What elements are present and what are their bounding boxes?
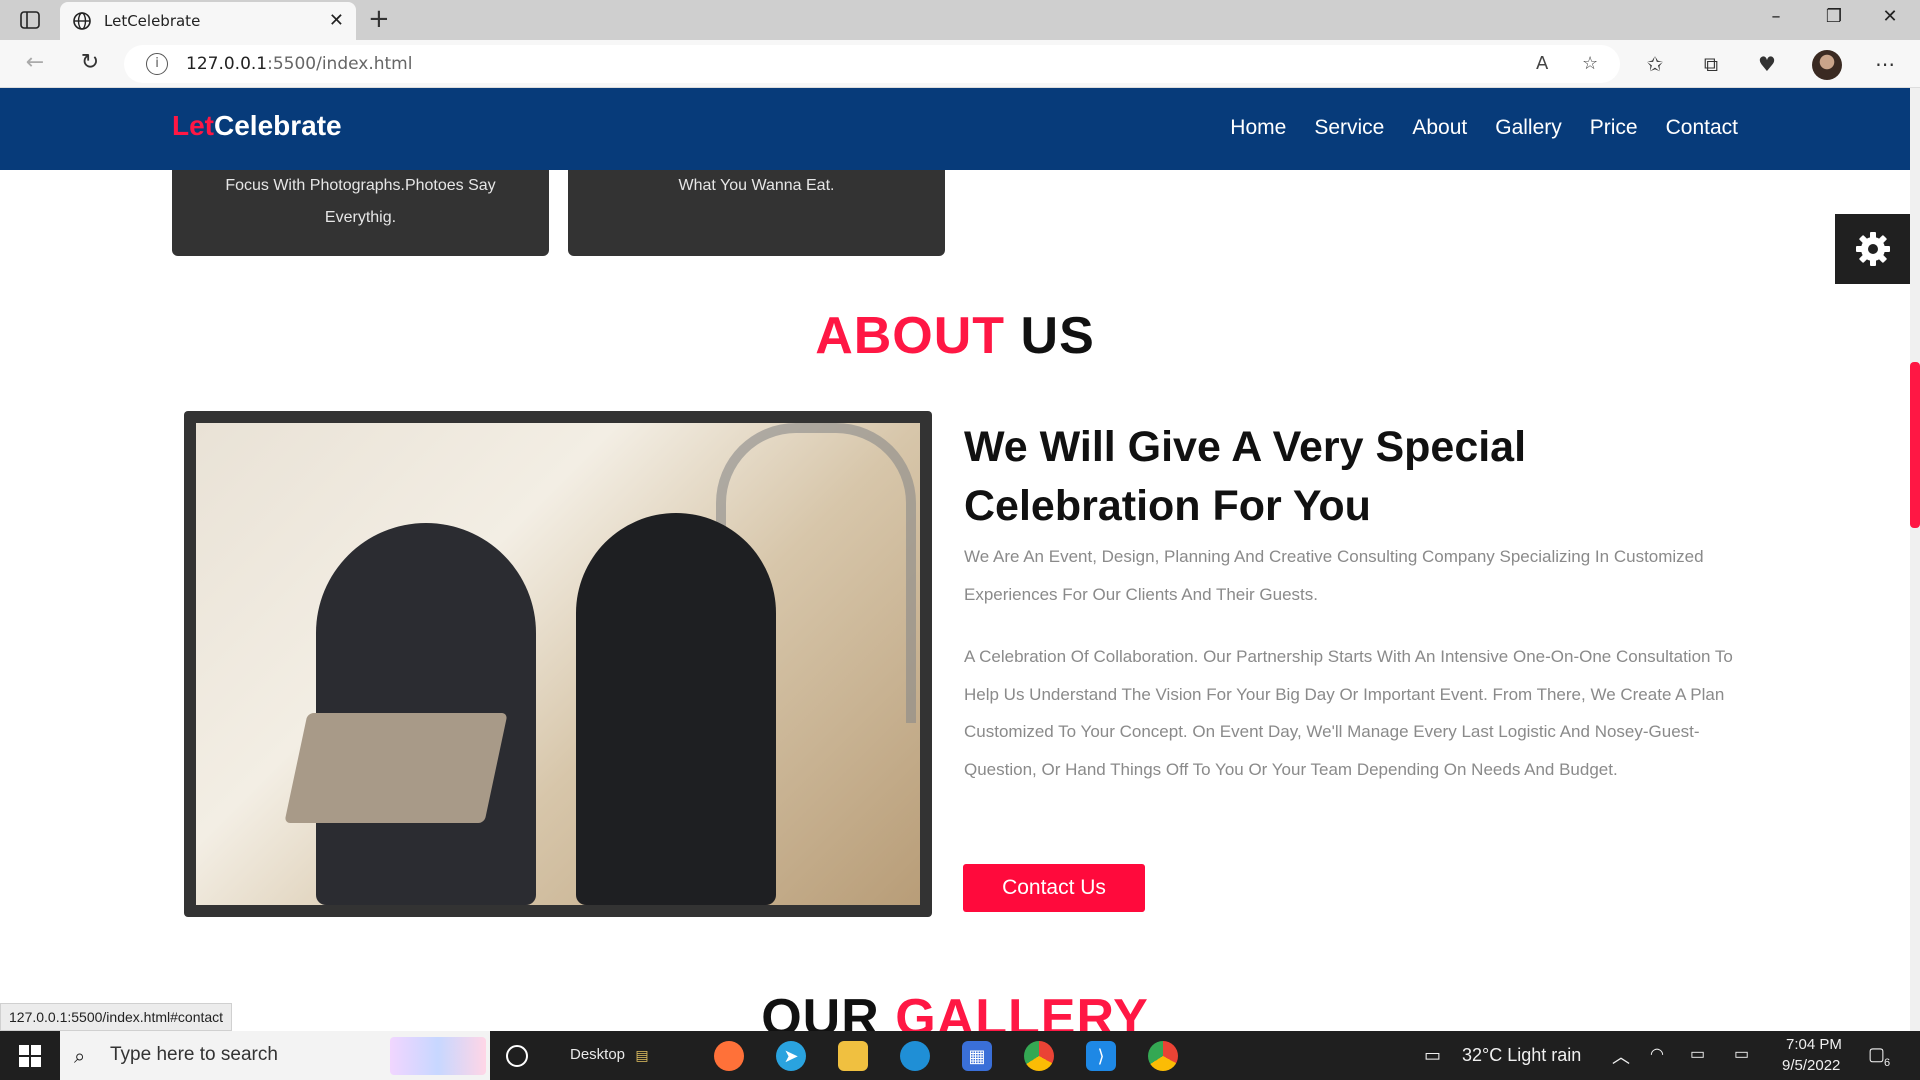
clock-time[interactable]: 7:04 PM (1786, 1036, 1842, 1053)
link-status-bar: 127.0.0.1:5500/index.html#contact (0, 1003, 233, 1031)
refresh-icon[interactable]: ↻ (75, 50, 105, 75)
site-navbar: LetCelebrate Home Service About Gallery … (0, 88, 1910, 170)
nav-service[interactable]: Service (1314, 116, 1384, 140)
settings-gear-button[interactable] (1835, 214, 1910, 284)
vscode-icon[interactable]: ⟩ (1086, 1041, 1116, 1071)
about-headline: We Will Give A Very Special Celebration … (964, 423, 1527, 530)
url-text[interactable]: 127.0.0.1:5500/index.html (186, 54, 412, 74)
windows-icon (19, 1044, 41, 1067)
nav-price[interactable]: Price (1590, 116, 1638, 140)
web-page: LetCelebrate Home Service About Gallery … (0, 88, 1920, 1031)
edge-icon[interactable] (900, 1041, 930, 1071)
battery-icon[interactable]: ▭ (1690, 1044, 1705, 1064)
site-logo[interactable]: LetCelebrate (172, 110, 342, 142)
gallery-section-title: OUR GALLERY (761, 989, 1149, 1031)
search-icon: ⌕ (74, 1044, 86, 1068)
windows-taskbar: ⌕ Type here to search Desktop ▤ ➤ ▦ ⟩ ▭ … (0, 1031, 1920, 1080)
search-placeholder: Type here to search (110, 1044, 278, 1065)
minimize-button[interactable]: – (1756, 6, 1796, 27)
search-highlight-image (390, 1037, 486, 1075)
service-card-photography: Focus With Photographs.Photoes Say Every… (172, 170, 549, 256)
browser-tab[interactable]: LetCelebrate ✕ (60, 2, 356, 40)
address-bar[interactable]: i 127.0.0.1:5500/index.html A ☆ (124, 45, 1620, 83)
new-tab-button[interactable]: + (368, 4, 390, 34)
news-weather-icon[interactable]: ▭ (1424, 1045, 1441, 1066)
about-image-frame (184, 411, 932, 917)
restore-button[interactable]: ❐ (1814, 6, 1854, 27)
add-favorite-icon[interactable]: ☆ (1582, 53, 1598, 74)
scrollbar-thumb[interactable] (1910, 362, 1920, 528)
telegram-icon[interactable]: ➤ (776, 1041, 806, 1071)
start-button[interactable] (0, 1031, 60, 1080)
about-paragraph-2: A Celebration Of Collaboration. Our Part… (964, 647, 1733, 779)
about-photo (196, 423, 920, 905)
collections-icon[interactable]: ⧉ (1696, 52, 1726, 76)
chrome-profile-icon[interactable] (1148, 1041, 1178, 1071)
nav-home[interactable]: Home (1230, 116, 1286, 140)
favorites-icon[interactable]: ✩ (1640, 52, 1670, 76)
desktop-label[interactable]: Desktop (570, 1046, 625, 1063)
show-hidden-icons-icon[interactable]: ︿ (1612, 1043, 1630, 1069)
cortana-icon[interactable] (506, 1045, 528, 1067)
browser-toolbar: ← ↻ i 127.0.0.1:5500/index.html A ☆ ✩ ⧉ … (0, 40, 1920, 88)
page-scrollbar[interactable] (1910, 88, 1920, 1031)
weather-text[interactable]: 32°C Light rain (1462, 1045, 1581, 1066)
profile-avatar[interactable] (1812, 50, 1842, 80)
close-window-button[interactable]: ✕ (1870, 6, 1910, 27)
network-icon[interactable]: ◠ (1650, 1044, 1664, 1064)
display-icon[interactable]: ▭ (1734, 1044, 1749, 1064)
clock-date[interactable]: 9/5/2022 (1782, 1057, 1840, 1074)
nav-gallery[interactable]: Gallery (1495, 116, 1562, 140)
nav-about[interactable]: About (1412, 116, 1467, 140)
notification-count: 6 (1884, 1057, 1891, 1069)
tab-title: LetCelebrate (104, 12, 201, 30)
microsoft-store-icon[interactable]: ▦ (962, 1041, 992, 1071)
close-tab-icon[interactable]: ✕ (329, 10, 344, 31)
card-text-line1: Focus With Photographs.Photoes Say (225, 177, 496, 194)
gear-icon (1855, 232, 1890, 266)
info-icon[interactable]: i (146, 53, 168, 75)
contact-us-button[interactable]: Contact Us (963, 864, 1145, 912)
chrome-icon[interactable] (1024, 1041, 1054, 1071)
browser-tab-bar: LetCelebrate ✕ + – ❐ ✕ (0, 0, 1920, 40)
nav-contact[interactable]: Contact (1666, 116, 1738, 140)
about-paragraph-1: We Are An Event, Design, Planning And Cr… (964, 547, 1704, 604)
notification-icon[interactable]: ▢ (1868, 1044, 1885, 1065)
read-aloud-icon[interactable]: A (1536, 53, 1548, 74)
browser-essentials-icon[interactable]: ♥ (1752, 52, 1782, 76)
desktop-folder-icon[interactable]: ▤ (632, 1041, 652, 1071)
service-card-food: What You Wanna Eat. (568, 170, 945, 256)
globe-icon (72, 11, 92, 31)
more-menu-icon[interactable]: ⋯ (1870, 52, 1900, 76)
card-text-line1: What You Wanna Eat. (678, 177, 835, 194)
tab-actions-icon[interactable] (16, 8, 44, 32)
nav-links: Home Service About Gallery Price Contact (1230, 116, 1738, 140)
taskbar-search[interactable]: ⌕ Type here to search (60, 1031, 490, 1080)
about-section-title: ABOUT US (815, 307, 1095, 365)
card-text-line2: Everythig. (324, 209, 397, 226)
back-arrow-icon[interactable]: ← (20, 50, 50, 75)
file-explorer-icon[interactable] (838, 1041, 868, 1071)
firefox-icon[interactable] (714, 1041, 744, 1071)
